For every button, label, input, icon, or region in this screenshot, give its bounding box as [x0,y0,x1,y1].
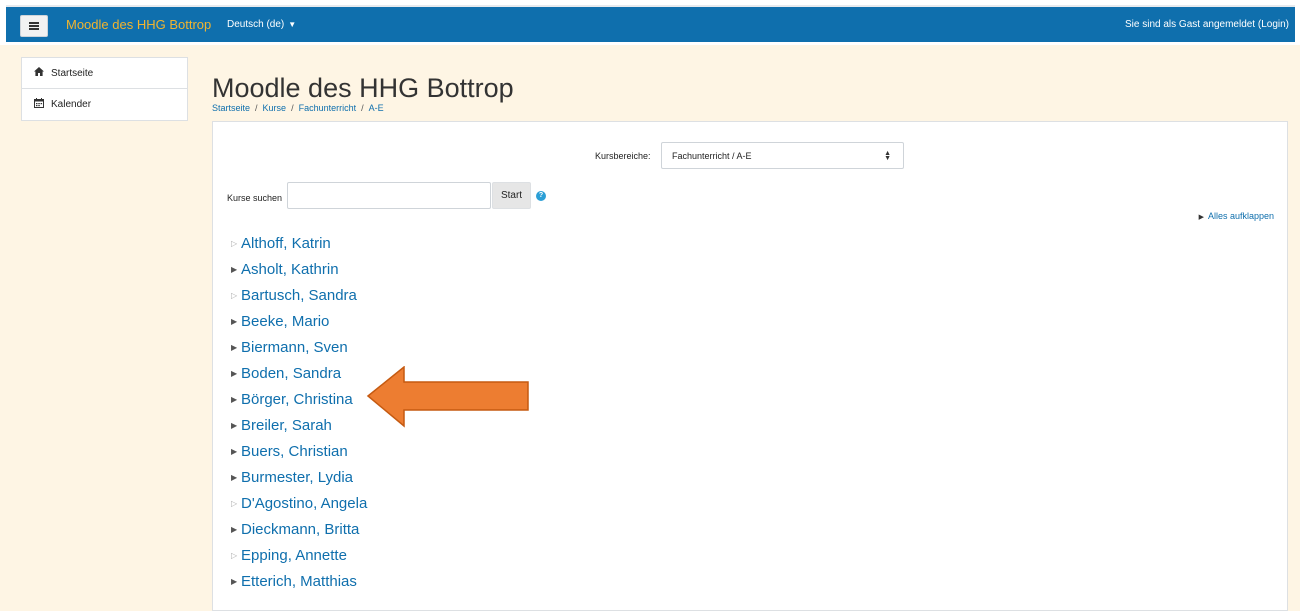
list-item[interactable]: ▷ D'Agostino, Angela [231,490,367,516]
site-brand-link[interactable]: Moodle des HHG Bottrop [66,17,211,32]
list-item[interactable]: ▶ Beeke, Mario [231,308,367,334]
category-list: ▷ Althoff, Katrin ▶ Asholt, Kathrin ▷ Bartu… [231,230,367,594]
category-link[interactable]: Breiler, Sarah [241,417,332,434]
breadcrumb-separator: / [361,103,364,113]
category-link[interactable]: Boden, Sandra [241,365,341,382]
caret-right-icon[interactable]: ▶ [231,447,237,456]
caret-right-icon: ▷ [231,498,238,508]
category-link[interactable]: Asholt, Kathrin [241,261,339,278]
caret-right-icon: ▶ [1198,214,1204,221]
list-item[interactable]: ▷ Epping, Annette [231,542,367,568]
breadcrumb-item-fachunterricht[interactable]: Fachunterricht [299,103,357,113]
list-item[interactable]: ▶ Burmester, Lydia [231,464,367,490]
list-item[interactable]: ▶ Boden, Sandra [231,360,367,386]
breadcrumb-item-kurse[interactable]: Kurse [263,103,287,113]
caret-right-icon[interactable]: ▶ [231,343,237,352]
category-link[interactable]: Beeke, Mario [241,313,329,330]
login-status-link[interactable]: Sie sind als Gast angemeldet (Login) [1125,19,1289,30]
list-item[interactable]: ▶ Asholt, Kathrin [231,256,367,282]
top-navbar: Moodle des HHG Bottrop Deutsch (de) ▼ Sie… [0,0,1300,45]
category-select-value: Fachunterricht / A-E [672,150,752,161]
breadcrumb-item-a-e[interactable]: A-E [369,103,384,113]
page-title: Moodle des HHG Bottrop [212,73,514,104]
home-icon [34,67,46,79]
expand-all-link[interactable]: ▶ Alles aufklappen [1199,211,1274,221]
list-item[interactable]: ▶ Biermann, Sven [231,334,367,360]
caret-right-icon[interactable]: ▶ [231,525,237,534]
help-icon[interactable]: ? [536,191,546,201]
sidebar-item-label: Startseite [51,67,94,79]
list-item[interactable]: ▶ Börger, Christina [231,386,367,412]
caret-right-icon[interactable]: ▶ [231,473,237,482]
sidebar-item-kalender[interactable]: Kalender [22,89,187,120]
sidebar-item-label: Kalender [51,99,92,110]
list-item[interactable]: ▶ Dieckmann, Britta [231,516,367,542]
sidebar-item-startseite[interactable]: Startseite [22,58,187,89]
breadcrumb-separator: / [255,103,258,113]
list-item[interactable]: ▷ Althoff, Katrin [231,230,367,256]
category-link[interactable]: Dieckmann, Britta [241,521,359,538]
list-item[interactable]: ▶ Buers, Christian [231,438,367,464]
caret-right-icon[interactable]: ▶ [231,395,237,404]
navbar-bar: Moodle des HHG Bottrop Deutsch (de) ▼ Sie… [6,5,1295,42]
language-label: Deutsch (de) [227,19,285,30]
breadcrumb: Startseite / Kurse / Fachunterricht / A-E [212,103,384,113]
list-item[interactable]: ▶ Etterich, Matthias [231,568,367,594]
category-link[interactable]: Epping, Annette [241,547,347,564]
caret-right-icon[interactable]: ▶ [231,265,237,274]
caret-right-icon[interactable]: ▶ [231,577,237,586]
annotation-arrow-icon [366,366,529,428]
language-menu[interactable]: Deutsch (de) ▼ [227,19,296,30]
search-label: Kurse suchen [227,193,283,203]
calendar-icon [34,98,46,111]
menu-toggle-button[interactable] [20,15,48,37]
breadcrumb-separator: / [291,103,294,113]
select-arrows-icon: ▲ ▼ [884,150,891,162]
category-link[interactable]: Buers, Christian [241,443,348,460]
category-link[interactable]: Biermann, Sven [241,339,348,356]
category-link[interactable]: Althoff, Katrin [241,235,331,252]
category-link[interactable]: Etterich, Matthias [241,573,357,590]
category-link[interactable]: Bartusch, Sandra [241,287,357,304]
category-link[interactable]: Burmester, Lydia [241,469,353,486]
search-start-button[interactable]: Start [492,182,531,209]
breadcrumb-item-startseite[interactable]: Startseite [212,103,250,113]
list-item[interactable]: ▶ Breiler, Sarah [231,412,367,438]
list-item[interactable]: ▷ Bartusch, Sandra [231,282,367,308]
caret-right-icon[interactable]: ▶ [231,369,237,378]
category-link[interactable]: D'Agostino, Angela [241,495,367,512]
caret-right-icon: ▷ [231,238,238,248]
category-select[interactable]: Fachunterricht / A-E ▲ ▼ [661,142,904,169]
caret-right-icon[interactable]: ▶ [231,421,237,430]
caret-right-icon: ▷ [231,550,238,560]
category-select-label: Kursbereiche: [595,151,651,161]
hamburger-icon [29,22,39,30]
course-search-input[interactable] [287,182,491,209]
expand-all-label: Alles aufklappen [1207,211,1274,221]
caret-right-icon: ▷ [231,290,238,300]
category-link[interactable]: Börger, Christina [241,391,353,408]
caret-down-icon: ▼ [288,20,297,29]
caret-right-icon[interactable]: ▶ [231,317,237,326]
nav-drawer: Startseite Kalender [21,57,188,121]
